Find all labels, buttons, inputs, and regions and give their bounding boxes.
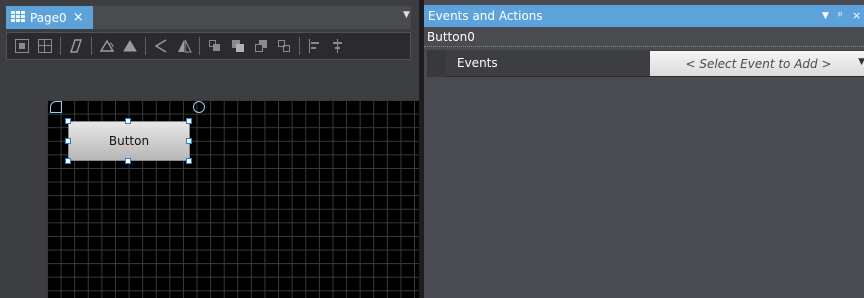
panel-title: Events and Actions [428,9,543,23]
send-to-back-icon[interactable] [275,37,293,55]
flip-horizontal-icon[interactable] [152,37,170,55]
resize-handle[interactable] [125,118,131,124]
tab-list-dropdown-icon[interactable]: ▼ [403,10,410,20]
pin-icon[interactable]: ᵖ [838,9,843,22]
tab-label: Page0 [30,10,67,25]
canvas-resize-corner-icon[interactable] [50,101,62,113]
resize-handle[interactable] [186,138,192,144]
layout-toolbar [6,32,411,60]
panel-title-bar: Events and Actions ▼ ᵖ × [424,5,864,27]
tab-strip-empty [93,6,411,29]
close-panel-icon[interactable]: × [852,9,861,22]
align-left-icon[interactable] [306,37,324,55]
resize-handle[interactable] [65,138,71,144]
document-tab-bar: Page0 × ▼ [0,0,419,29]
resize-handle[interactable] [65,158,71,164]
divider [424,46,864,47]
close-tab-icon[interactable]: × [73,10,84,25]
selected-object-name: Button0 [427,30,475,44]
rotate-handle-icon[interactable] [193,101,205,113]
resize-handle[interactable] [125,158,131,164]
events-and-actions-panel: Events and Actions ▼ ᵖ × Button0 Events … [424,0,864,298]
rotate-free-icon[interactable] [67,37,85,55]
button-widget-label: Button [108,134,150,148]
events-label: Events [457,56,498,70]
tab-page0[interactable]: Page0 × [6,6,93,29]
align-grid-icon[interactable] [13,37,31,55]
bring-forward-icon[interactable] [206,37,224,55]
grid-page-icon [11,11,27,24]
button-widget[interactable]: Button [68,121,190,161]
rotate-left-icon[interactable] [98,37,116,55]
rotate-right-icon[interactable] [121,37,139,55]
resize-handle[interactable] [186,118,192,124]
row-gutter [427,50,445,77]
select-event-placeholder: < Select Event to Add > [685,56,832,71]
events-row: Events < Select Event to Add > ▼ [427,50,864,77]
align-grid-2-icon[interactable] [36,37,54,55]
chevron-down-icon: ▼ [858,57,864,67]
send-backward-icon[interactable] [252,37,270,55]
toolbar-separator [60,37,61,55]
bring-to-front-icon[interactable] [229,37,247,55]
resize-handle[interactable] [65,118,71,124]
align-center-icon[interactable] [329,37,347,55]
select-event-dropdown[interactable]: < Select Event to Add > ▼ [650,51,864,76]
toolbar-separator [299,37,300,55]
toolbar-separator [199,37,200,55]
toolbar-separator [145,37,146,55]
panel-menu-dropdown-icon[interactable]: ▼ [822,11,829,21]
toolbar-separator [91,37,92,55]
design-pane: Page0 × ▼ Button [0,0,419,298]
flip-vertical-icon[interactable] [175,37,193,55]
resize-handle[interactable] [186,158,192,164]
